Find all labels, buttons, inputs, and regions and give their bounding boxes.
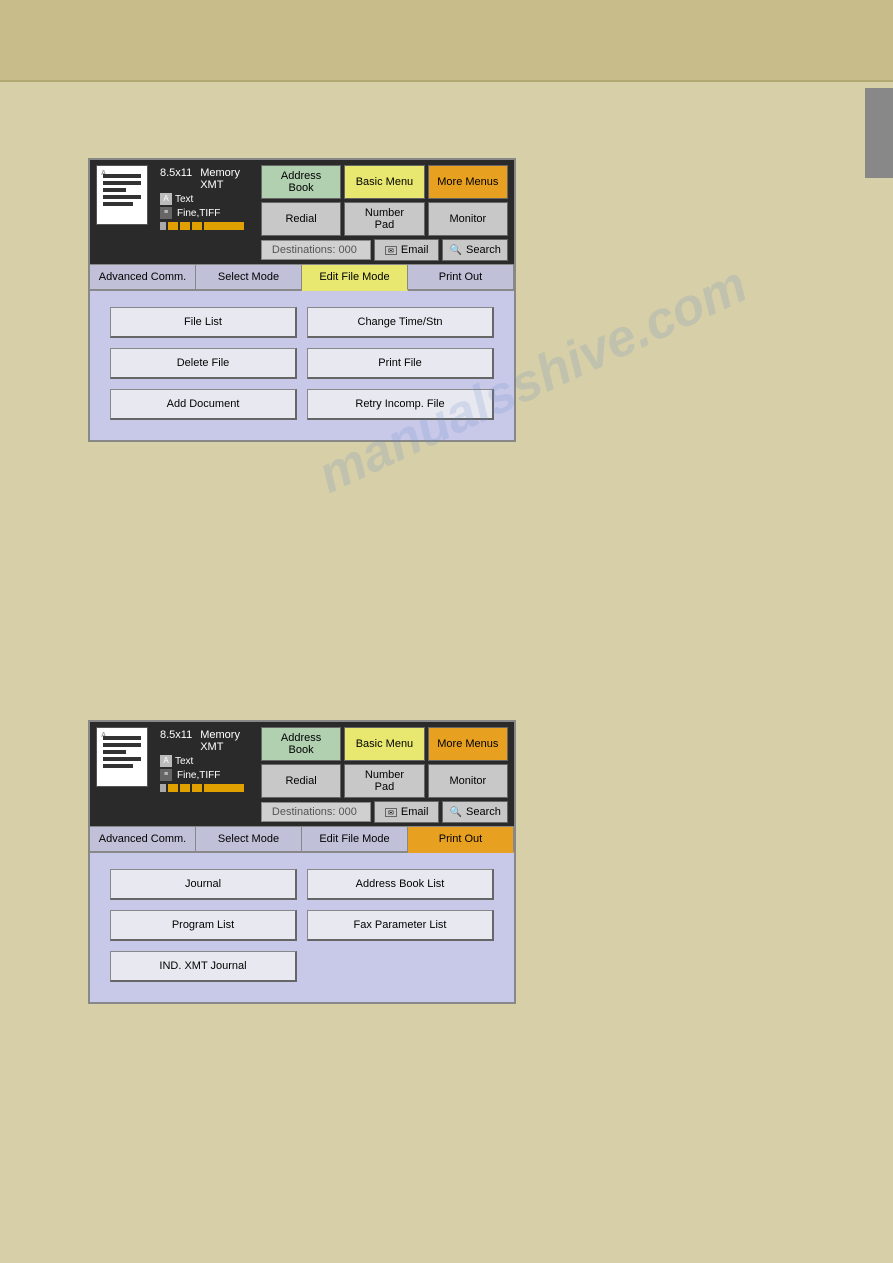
fax-quality-label-2: Fine,TIFF [177, 770, 220, 781]
fax-parameter-list-btn[interactable]: Fax Parameter List [307, 910, 494, 941]
tab-edit-file-mode-1[interactable]: Edit File Mode [302, 265, 408, 291]
basic-menu-btn-1[interactable]: Basic Menu [344, 165, 424, 199]
email-btn-1[interactable]: ✉ Email [374, 239, 440, 261]
panel-content-1: File List Change Time/Stn Delete File Pr… [90, 291, 514, 440]
right-accent [865, 88, 893, 178]
tab-print-out-1[interactable]: Print Out [408, 265, 514, 291]
program-list-btn[interactable]: Program List [110, 910, 297, 941]
panel-1: A 8.5x11 Memory XMT A Text ≡ Fine,TIFF [88, 158, 516, 442]
fax-text-label-1: Text [175, 194, 193, 205]
monitor-btn-1[interactable]: Monitor [428, 202, 508, 236]
tab-advanced-comm-1[interactable]: Advanced Comm. [90, 265, 196, 291]
file-list-btn[interactable]: File List [110, 307, 297, 338]
search-btn-1[interactable]: 🔍 Search [442, 239, 508, 261]
fax-memory-label-1: Memory XMT [200, 167, 255, 191]
redial-btn-1[interactable]: Redial [261, 202, 341, 236]
journal-btn[interactable]: Journal [110, 869, 297, 900]
add-document-btn[interactable]: Add Document [110, 389, 297, 420]
tabs-row-1: Advanced Comm. Select Mode Edit File Mod… [90, 264, 514, 291]
panel-content-2: Journal Address Book List Program List F… [90, 853, 514, 1002]
fax-size-1: 8.5x11 [160, 167, 192, 191]
fax-memory-label-2: Memory XMT [200, 729, 255, 753]
fax-preview-2: A [96, 727, 148, 787]
address-book-btn-2[interactable]: Address Book [261, 727, 341, 761]
more-menus-btn-1[interactable]: More Menus [428, 165, 508, 199]
tabs-row-2: Advanced Comm. Select Mode Edit File Mod… [90, 826, 514, 853]
fax-preview-1: A [96, 165, 148, 225]
tab-select-mode-2[interactable]: Select Mode [196, 827, 302, 853]
print-file-btn[interactable]: Print File [307, 348, 494, 379]
destinations-box-2: Destinations: 000 [261, 802, 371, 822]
tab-print-out-2[interactable]: Print Out [408, 827, 514, 853]
email-btn-2[interactable]: ✉ Email [374, 801, 440, 823]
tab-edit-file-mode-2[interactable]: Edit File Mode [302, 827, 408, 853]
panel-2: A 8.5x11 Memory XMT A Text ≡ Fine,TIFF [88, 720, 516, 1004]
tab-select-mode-1[interactable]: Select Mode [196, 265, 302, 291]
email-icon-2: ✉ [385, 808, 397, 817]
delete-file-btn[interactable]: Delete File [110, 348, 297, 379]
top-bar [0, 0, 893, 82]
fax-quality-label-1: Fine,TIFF [177, 208, 220, 219]
ind-xmt-journal-btn[interactable]: IND. XMT Journal [110, 951, 297, 982]
redial-btn-2[interactable]: Redial [261, 764, 341, 798]
email-icon-1: ✉ [385, 246, 397, 255]
search-btn-2[interactable]: 🔍 Search [442, 801, 508, 823]
destinations-box-1: Destinations: 000 [261, 240, 371, 260]
address-book-btn-1[interactable]: Address Book [261, 165, 341, 199]
tab-advanced-comm-2[interactable]: Advanced Comm. [90, 827, 196, 853]
search-icon-2: 🔍 [450, 807, 462, 818]
retry-incomp-file-btn[interactable]: Retry Incomp. File [307, 389, 494, 420]
basic-menu-btn-2[interactable]: Basic Menu [344, 727, 424, 761]
more-menus-btn-2[interactable]: More Menus [428, 727, 508, 761]
fax-size-2: 8.5x11 [160, 729, 192, 753]
change-time-stn-btn[interactable]: Change Time/Stn [307, 307, 494, 338]
fax-text-label-2: Text [175, 756, 193, 767]
monitor-btn-2[interactable]: Monitor [428, 764, 508, 798]
number-pad-btn-2[interactable]: Number Pad [344, 764, 424, 798]
address-book-list-btn[interactable]: Address Book List [307, 869, 494, 900]
search-icon-1: 🔍 [450, 245, 462, 256]
number-pad-btn-1[interactable]: Number Pad [344, 202, 424, 236]
